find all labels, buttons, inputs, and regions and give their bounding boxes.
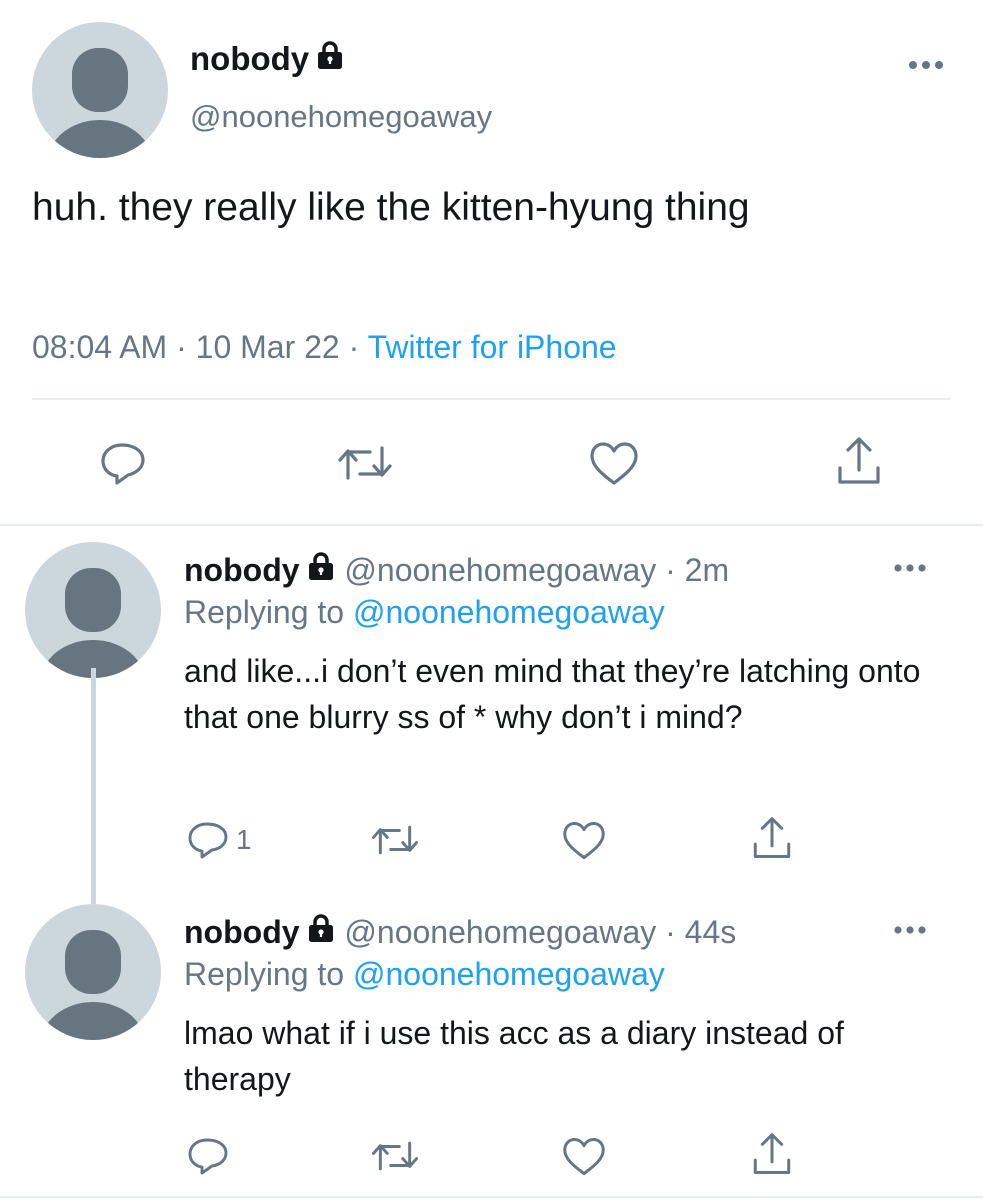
reply-icon[interactable] — [98, 438, 148, 488]
replying-to-handle-link[interactable]: @noonehomegoaway — [353, 594, 665, 630]
reply-handle[interactable]: @noonehomegoaway — [344, 552, 656, 588]
divider — [0, 1196, 983, 1198]
replying-to-label: Replying to — [184, 956, 345, 992]
reply-avatar[interactable] — [25, 542, 161, 678]
lock-icon — [306, 550, 336, 590]
default-profile-icon — [48, 48, 152, 158]
reply-icon[interactable] — [186, 818, 230, 862]
reply-age[interactable]: 44s — [685, 914, 737, 950]
reply-text: and like...i don’t even mind that they’r… — [184, 653, 921, 735]
replying-to-handle-link[interactable]: @noonehomegoaway — [353, 956, 665, 992]
divider — [32, 398, 950, 400]
lock-icon — [315, 38, 345, 80]
reply-dot: · — [665, 552, 676, 588]
like-icon[interactable] — [588, 440, 640, 488]
replying-to: Replying to @noonehomegoaway — [184, 954, 665, 994]
reply-count: 1 — [236, 824, 252, 855]
retweet-icon[interactable] — [370, 1136, 420, 1176]
replying-to: Replying to @noonehomegoaway — [184, 592, 665, 632]
tweet-date: 10 Mar 22 — [195, 329, 340, 365]
reply-avatar[interactable] — [25, 904, 161, 1040]
main-tweet-meta: 08:04 AM · 10 Mar 22 · Twitter for iPhon… — [32, 326, 617, 368]
reply-age[interactable]: 2m — [685, 552, 729, 588]
default-profile-icon — [41, 930, 145, 1040]
main-display-name-text: nobody — [190, 40, 310, 77]
main-display-name[interactable]: nobody — [190, 38, 345, 80]
reply-text: lmao what if i use this acc as a diary i… — [184, 1015, 844, 1097]
reply-handle[interactable]: @noonehomegoaway — [344, 914, 656, 950]
more-options-icon[interactable] — [906, 58, 946, 72]
tweet-time: 08:04 AM — [32, 329, 168, 365]
main-avatar[interactable] — [32, 22, 168, 158]
like-icon[interactable] — [561, 1136, 607, 1178]
share-icon[interactable] — [750, 1130, 794, 1178]
replying-to-label: Replying to — [184, 594, 345, 630]
more-options-icon[interactable] — [892, 562, 928, 574]
main-tweet-text: huh. they really like the kitten-hyung t… — [32, 186, 750, 229]
lock-icon — [306, 912, 336, 952]
default-profile-icon — [41, 568, 145, 678]
reply-display-name[interactable]: nobody — [184, 914, 300, 950]
meta-separator: · — [348, 329, 360, 365]
like-icon[interactable] — [561, 820, 607, 862]
divider — [0, 524, 983, 526]
more-options-icon[interactable] — [892, 924, 928, 936]
share-icon[interactable] — [834, 434, 884, 488]
main-handle[interactable]: @noonehomegoaway — [190, 97, 492, 137]
thread-connector-line — [91, 668, 96, 904]
retweet-icon[interactable] — [336, 440, 394, 486]
share-icon[interactable] — [750, 814, 794, 862]
reply-display-name[interactable]: nobody — [184, 552, 300, 588]
tweet-source-link[interactable]: Twitter for iPhone — [368, 329, 617, 365]
reply-icon[interactable] — [186, 1134, 230, 1178]
reply-dot: · — [665, 914, 676, 950]
reply-header: nobody @noonehomegoaway · 44s — [184, 912, 736, 952]
reply-header: nobody @noonehomegoaway · 2m — [184, 550, 729, 590]
meta-separator: · — [176, 329, 187, 365]
retweet-icon[interactable] — [370, 820, 420, 860]
